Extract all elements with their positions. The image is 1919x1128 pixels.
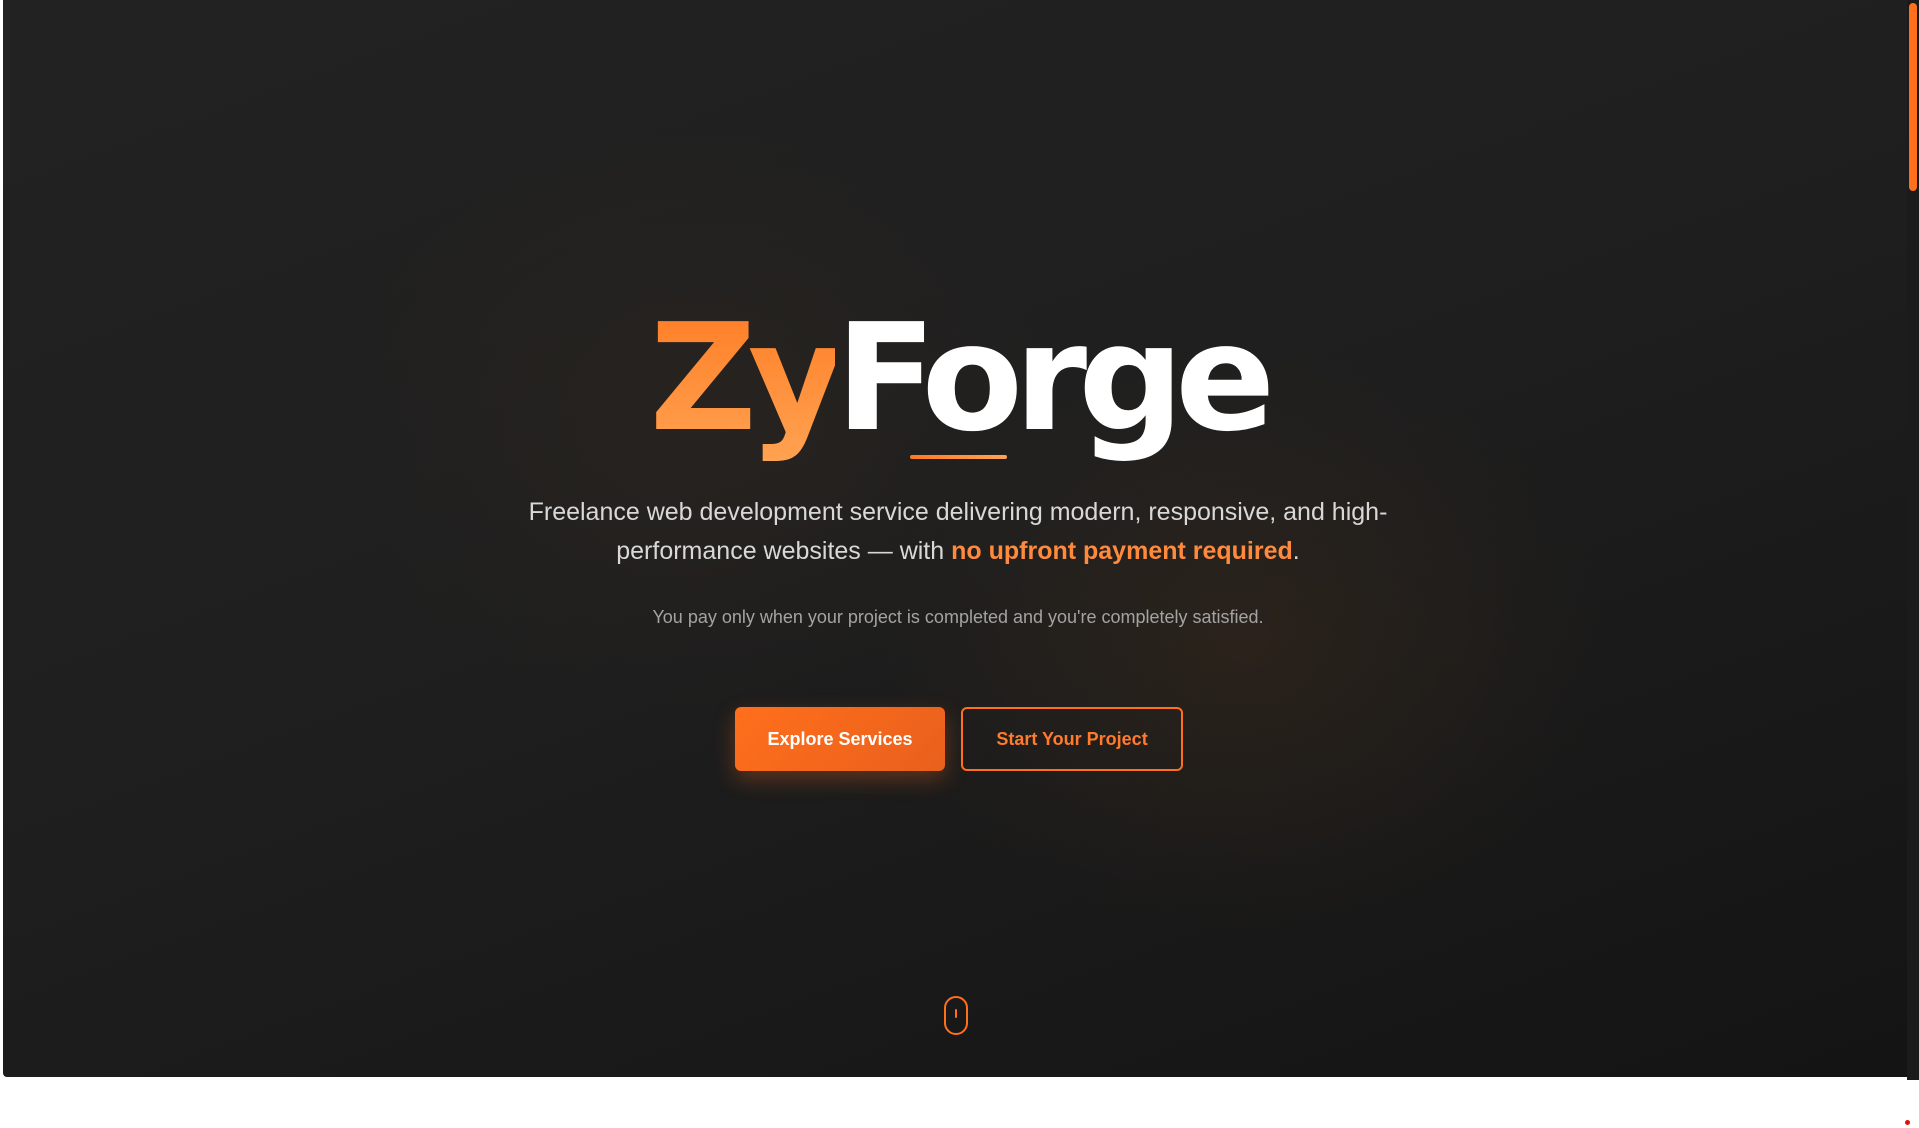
mouse-scroll-icon[interactable] [944,996,968,1035]
hero-lead-highlight: no upfront payment required [951,537,1293,565]
start-project-button[interactable]: Start Your Project [961,707,1183,771]
logo-underline [910,455,1007,459]
scrollbar[interactable] [1907,0,1919,1080]
recording-dot [1905,1120,1910,1125]
explore-services-button[interactable]: Explore Services [735,707,945,771]
brand-logo: ZyForge [3,298,1913,458]
brand-logo-accent: Zy [649,292,845,464]
hero-subtext: You pay only when your project is comple… [652,607,1264,627]
page-viewport: ZyForge Freelance web development servic… [0,0,1919,1080]
hero-lead-end: . [1292,537,1300,565]
scroll-wheel [955,1009,957,1018]
hero-section: ZyForge Freelance web development servic… [3,0,1907,1077]
scrollbar-thumb[interactable] [1909,3,1917,191]
brand-logo-main: Forge [835,292,1275,464]
hero-lead: Freelance web development service delive… [463,493,1453,571]
